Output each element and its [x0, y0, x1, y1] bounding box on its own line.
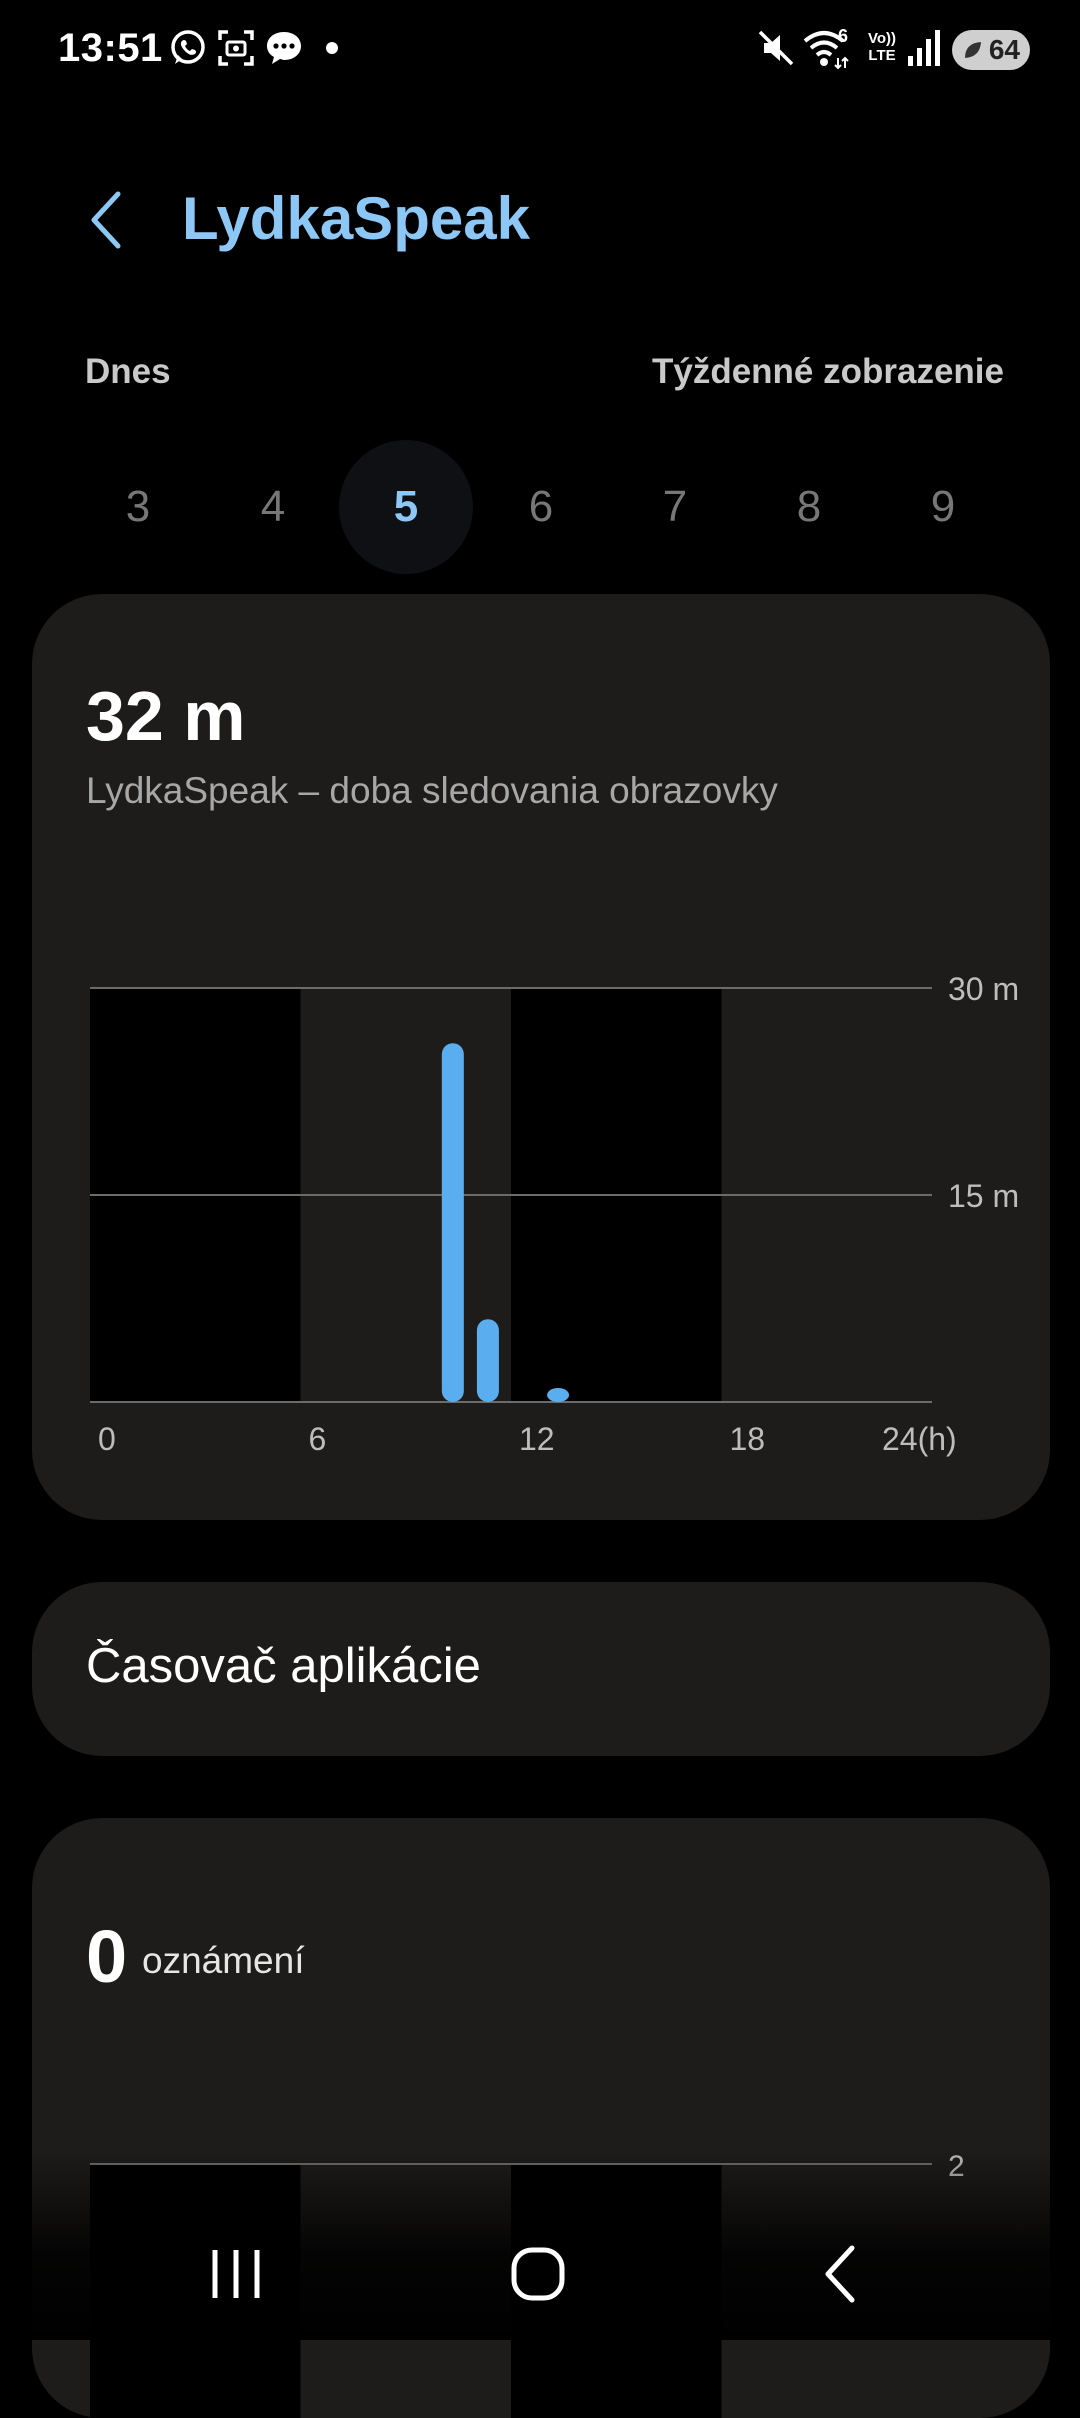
page-title: LydkaSpeak [182, 185, 530, 252]
day-3[interactable]: 3 [71, 440, 205, 574]
messages-icon [267, 32, 301, 64]
recent-apps-icon[interactable] [200, 2242, 260, 2308]
x-tick-label: 6 [309, 1421, 327, 1457]
notification-dot [326, 42, 338, 54]
wifi-badge: 6 [838, 26, 849, 46]
y-tick-label: 15 m [948, 1178, 1019, 1214]
status-time: 13:51 [58, 26, 163, 70]
x-tick-label: 0 [98, 1421, 116, 1457]
x-tick-label: 24(h) [882, 1421, 957, 1457]
x-tick-label: 12 [519, 1421, 555, 1457]
day-6[interactable]: 6 [474, 440, 608, 574]
y-tick-label: 30 m [948, 971, 1019, 1007]
screenshot-icon [218, 30, 254, 66]
usage-bar [547, 1388, 570, 1402]
home-icon[interactable] [511, 2247, 565, 2301]
day-7[interactable]: 7 [608, 440, 742, 574]
usage-bar [476, 1319, 499, 1402]
mute-icon [758, 30, 794, 66]
signal-icon [908, 30, 940, 66]
weekly-view-button[interactable]: Týždenné zobrazenie [652, 352, 1004, 392]
usage-chart: 30 m 15 m 0 6 12 18 24(h) [90, 971, 1019, 1457]
volte-bottom: LTE [868, 47, 896, 64]
day-5[interactable]: 5 [339, 440, 473, 574]
usage-bar [441, 1043, 464, 1402]
volte-icon: Vo)) LTE [862, 30, 902, 64]
app-timer-card[interactable]: Časovač aplikácie [32, 1582, 1050, 1756]
screen-time-card: 32 m LydkaSpeak – doba sledovania obrazo… [32, 594, 1050, 1520]
power-saving-leaf-icon [965, 42, 981, 58]
back-nav-icon[interactable] [825, 2245, 855, 2303]
today-tab[interactable]: Dnes [85, 352, 171, 392]
battery-level: 64 [988, 34, 1020, 65]
battery-icon: 64 [952, 30, 1030, 70]
app-timer-label: Časovač aplikácie [86, 1639, 481, 1693]
status-bar: 13:51 6 Vo)) LTE 64 [0, 0, 1080, 100]
volte-top: Vo)) [867, 30, 897, 47]
day-selector: 3456789 [0, 440, 1080, 580]
day-4[interactable]: 4 [206, 440, 340, 574]
day-8[interactable]: 8 [742, 440, 876, 574]
day-9[interactable]: 9 [876, 440, 1010, 574]
whatsapp-icon [171, 30, 205, 64]
back-arrow-icon[interactable] [84, 188, 128, 252]
x-tick-label: 18 [730, 1421, 766, 1457]
navigation-bar [200, 2242, 855, 2308]
